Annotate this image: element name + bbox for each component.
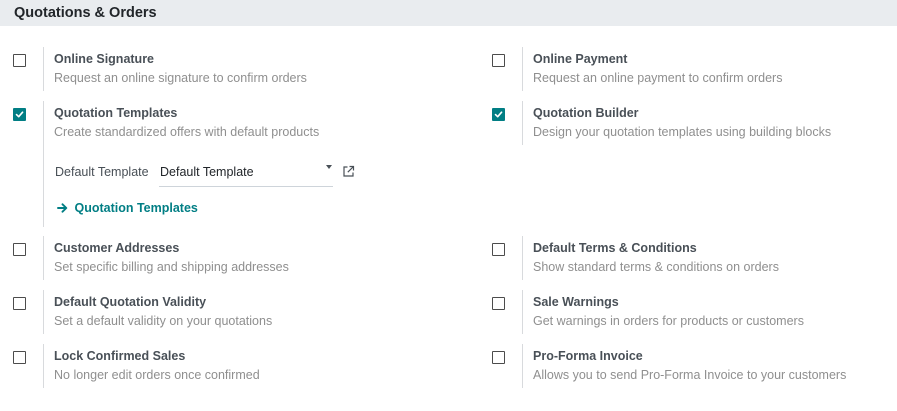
setting-divider	[43, 344, 44, 388]
setting-default-quotation-validity: Default Quotation Validity Set a default…	[13, 290, 453, 340]
setting-proforma-invoice: Pro-Forma Invoice Allows you to send Pro…	[492, 344, 897, 394]
setting-quotation-builder: Quotation Builder Design your quotation …	[492, 101, 897, 151]
chevron-down-icon	[326, 165, 332, 169]
section-title: Quotations & Orders	[14, 5, 157, 21]
setting-divider	[43, 290, 44, 334]
setting-description: Design your quotation templates using bu…	[533, 125, 832, 139]
setting-title: Online Payment	[533, 52, 628, 66]
arrow-right-icon	[57, 201, 71, 215]
setting-divider	[522, 47, 523, 91]
quotation-templates-link[interactable]: Quotation Templates	[57, 201, 198, 215]
setting-title: Quotation Templates	[54, 106, 178, 120]
setting-description: Allows you to send Pro-Forma Invoice to …	[533, 368, 847, 382]
setting-title: Default Terms & Conditions	[533, 241, 697, 255]
checkmark-icon	[15, 111, 24, 118]
setting-default-terms: Default Terms & Conditions Show standard…	[492, 236, 897, 286]
setting-divider	[522, 344, 523, 388]
setting-divider	[522, 290, 523, 334]
setting-online-payment: Online Payment Request an online payment…	[492, 47, 897, 97]
setting-divider	[522, 101, 523, 145]
checkmark-icon	[494, 111, 503, 118]
setting-title: Sale Warnings	[533, 295, 619, 309]
sale-warnings-checkbox[interactable]	[492, 297, 505, 310]
external-link-icon[interactable]	[342, 165, 355, 183]
setting-title: Online Signature	[54, 52, 155, 66]
setting-description: Get warnings in orders for products or c…	[533, 314, 804, 328]
setting-description: Request an online payment to confirm ord…	[533, 71, 783, 85]
setting-lock-confirmed-sales: Lock Confirmed Sales No longer edit orde…	[13, 344, 453, 394]
setting-online-signature: Online Signature Request an online signa…	[13, 47, 453, 97]
default-template-value: Default Template	[160, 165, 254, 179]
setting-description: Request an online signature to confirm o…	[54, 71, 307, 85]
setting-title: Default Quotation Validity	[54, 295, 207, 309]
lock-confirmed-checkbox[interactable]	[13, 351, 26, 364]
setting-divider	[43, 101, 44, 227]
default-template-label: Default Template	[55, 165, 149, 179]
default-template-select[interactable]: Default Template	[159, 162, 333, 187]
setting-description: No longer edit orders once confirmed	[54, 368, 260, 382]
setting-customer-addresses: Customer Addresses Set specific billing …	[13, 236, 453, 286]
quotation-templates-checkbox[interactable]	[13, 108, 26, 121]
setting-description: Show standard terms & conditions on orde…	[533, 260, 779, 274]
setting-title: Customer Addresses	[54, 241, 180, 255]
proforma-invoice-checkbox[interactable]	[492, 351, 505, 364]
setting-description: Create standardized offers with default …	[54, 125, 320, 139]
customer-addresses-checkbox[interactable]	[13, 243, 26, 256]
setting-sale-warnings: Sale Warnings Get warnings in orders for…	[492, 290, 897, 340]
online-payment-checkbox[interactable]	[492, 54, 505, 67]
section-header: Quotations & Orders	[0, 0, 897, 26]
setting-divider	[43, 236, 44, 280]
quotation-builder-checkbox[interactable]	[492, 108, 505, 121]
settings-page: Quotations & Orders Online Signature Req…	[0, 0, 897, 411]
setting-divider	[522, 236, 523, 280]
setting-title: Pro-Forma Invoice	[533, 349, 643, 363]
quotation-templates-link-label: Quotation Templates	[74, 201, 198, 215]
online-signature-checkbox[interactable]	[13, 54, 26, 67]
setting-description: Set a default validity on your quotation…	[54, 314, 273, 328]
setting-title: Lock Confirmed Sales	[54, 349, 186, 363]
setting-title: Quotation Builder	[533, 106, 639, 120]
default-terms-checkbox[interactable]	[492, 243, 505, 256]
setting-description: Set specific billing and shipping addres…	[54, 260, 289, 274]
default-validity-checkbox[interactable]	[13, 297, 26, 310]
setting-quotation-templates: Quotation Templates Create standardized …	[13, 101, 453, 227]
setting-divider	[43, 47, 44, 91]
